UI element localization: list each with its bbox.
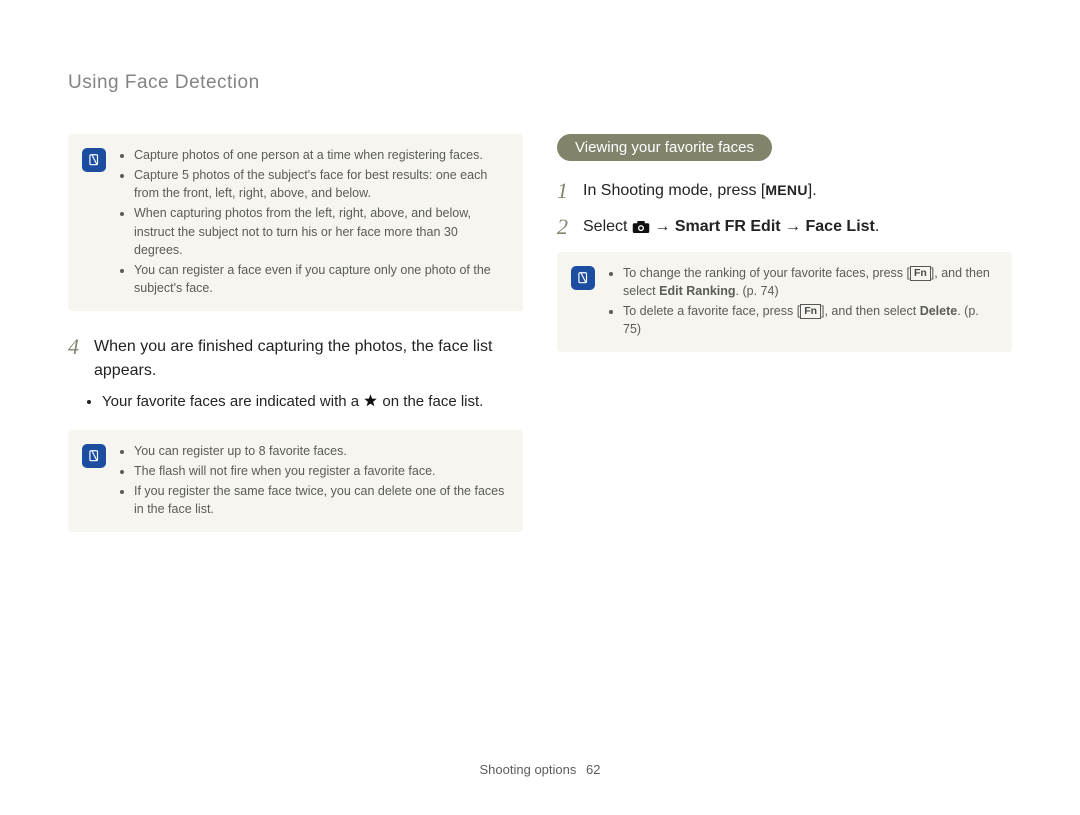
delete-label: Delete (920, 304, 958, 318)
note1-item: Capture 5 photos of the subject's face f… (134, 166, 509, 202)
favorite-indicator-note: Your favorite faces are indicated with a… (102, 391, 523, 416)
step-text: When you are finished capturing the phot… (94, 333, 523, 383)
note-box-1: Capture photos of one person at a time w… (68, 134, 523, 311)
note-list-right: To change the ranking of your favorite f… (607, 264, 998, 341)
step-1: 1 In Shooting mode, press [MENU]. (557, 177, 1012, 205)
step-4: 4 When you are finished capturing the ph… (68, 333, 523, 383)
note-right-item: To change the ranking of your favorite f… (623, 264, 998, 300)
fn-button-label: Fn (910, 266, 931, 281)
subsection-pill: Viewing your favorite faces (557, 134, 772, 161)
step-number: 2 (557, 213, 573, 242)
note1-item: Capture photos of one person at a time w… (134, 146, 509, 164)
step4-substep: Your favorite faces are indicated with a… (68, 391, 523, 416)
left-column: Capture photos of one person at a time w… (68, 134, 523, 554)
note-icon (82, 444, 106, 468)
note1-item: You can register a face even if you capt… (134, 261, 509, 297)
note2-item: If you register the same face twice, you… (134, 482, 509, 518)
note-right-item: To delete a favorite face, press [Fn], a… (623, 302, 998, 338)
face-list-label: Face List (806, 218, 875, 235)
step-number: 1 (557, 177, 573, 205)
step-text: Select → Smart FR Edit → Face List. (583, 213, 879, 242)
edit-ranking-label: Edit Ranking (659, 284, 735, 298)
step-number: 4 (68, 333, 84, 383)
note-list-2: You can register up to 8 favorite faces.… (118, 442, 509, 521)
right-column: Viewing your favorite faces 1 In Shootin… (557, 134, 1012, 554)
note-box-2: You can register up to 8 favorite faces.… (68, 430, 523, 533)
camera-icon (632, 218, 650, 242)
fn-button-label: Fn (800, 304, 821, 319)
note-box-right: To change the ranking of your favorite f… (557, 252, 1012, 353)
footer-section-label: Shooting options (480, 762, 577, 777)
note1-item: When capturing photos from the left, rig… (134, 204, 509, 258)
note-list-1: Capture photos of one person at a time w… (118, 146, 509, 299)
star-icon (363, 393, 378, 416)
page-number: 62 (586, 762, 600, 777)
note2-item: You can register up to 8 favorite faces. (134, 442, 509, 460)
step-2: 2 Select → Smart FR Edit → Face List. (557, 213, 1012, 242)
note2-item: The flash will not fire when you registe… (134, 462, 509, 480)
step-text: In Shooting mode, press [MENU]. (583, 177, 817, 205)
note-icon (82, 148, 106, 172)
section-title: Using Face Detection (68, 72, 1012, 94)
note-icon (571, 266, 595, 290)
smart-fr-edit-label: Smart FR Edit (675, 218, 781, 235)
menu-button-label: MENU (765, 182, 807, 198)
page-footer: Shooting options 62 (0, 762, 1080, 777)
